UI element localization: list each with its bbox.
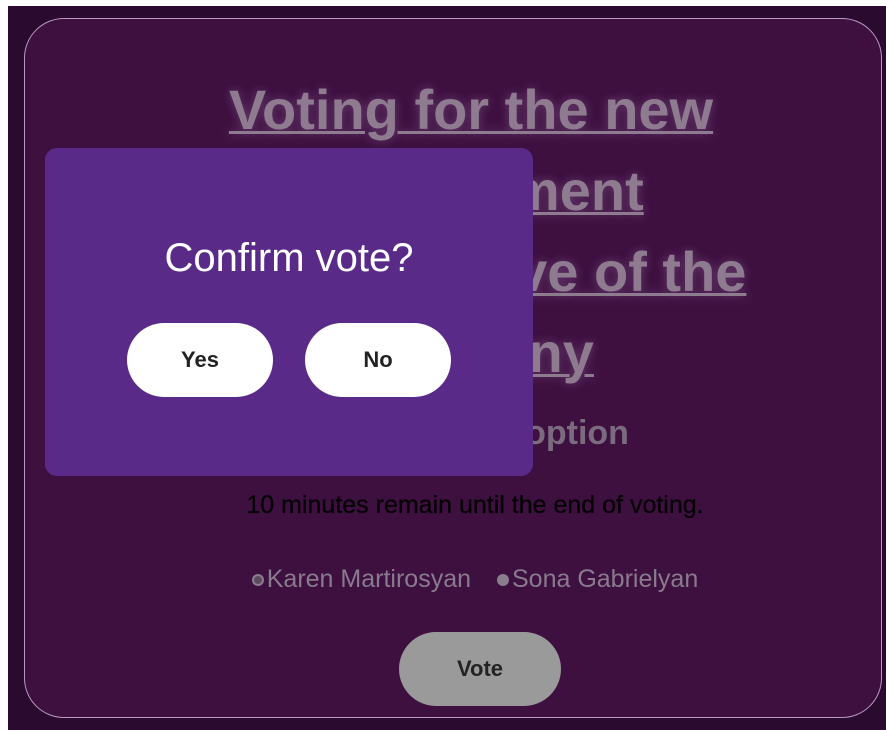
candidate-options: Karen Martirosyan Sona Gabrielyan	[125, 565, 825, 594]
candidate-name: Sona Gabrielyan	[512, 565, 699, 593]
candidate-option-karen[interactable]: Karen Martirosyan	[251, 565, 471, 594]
confirm-no-button[interactable]: No	[305, 323, 451, 397]
candidate-option-sona[interactable]: Sona Gabrielyan	[497, 565, 698, 594]
page-background: Voting for the new management representa…	[8, 6, 886, 730]
radio-icon[interactable]	[497, 573, 509, 586]
candidate-name: Karen Martirosyan	[266, 565, 471, 593]
confirm-dialog: Confirm vote? Yes No	[45, 148, 533, 476]
voting-timer: 10 minutes remain until the end of votin…	[246, 491, 704, 519]
confirm-dialog-title: Confirm vote?	[164, 236, 414, 280]
confirm-yes-button[interactable]: Yes	[127, 323, 273, 397]
vote-button[interactable]: Vote	[399, 632, 561, 706]
radio-icon[interactable]	[251, 573, 264, 586]
